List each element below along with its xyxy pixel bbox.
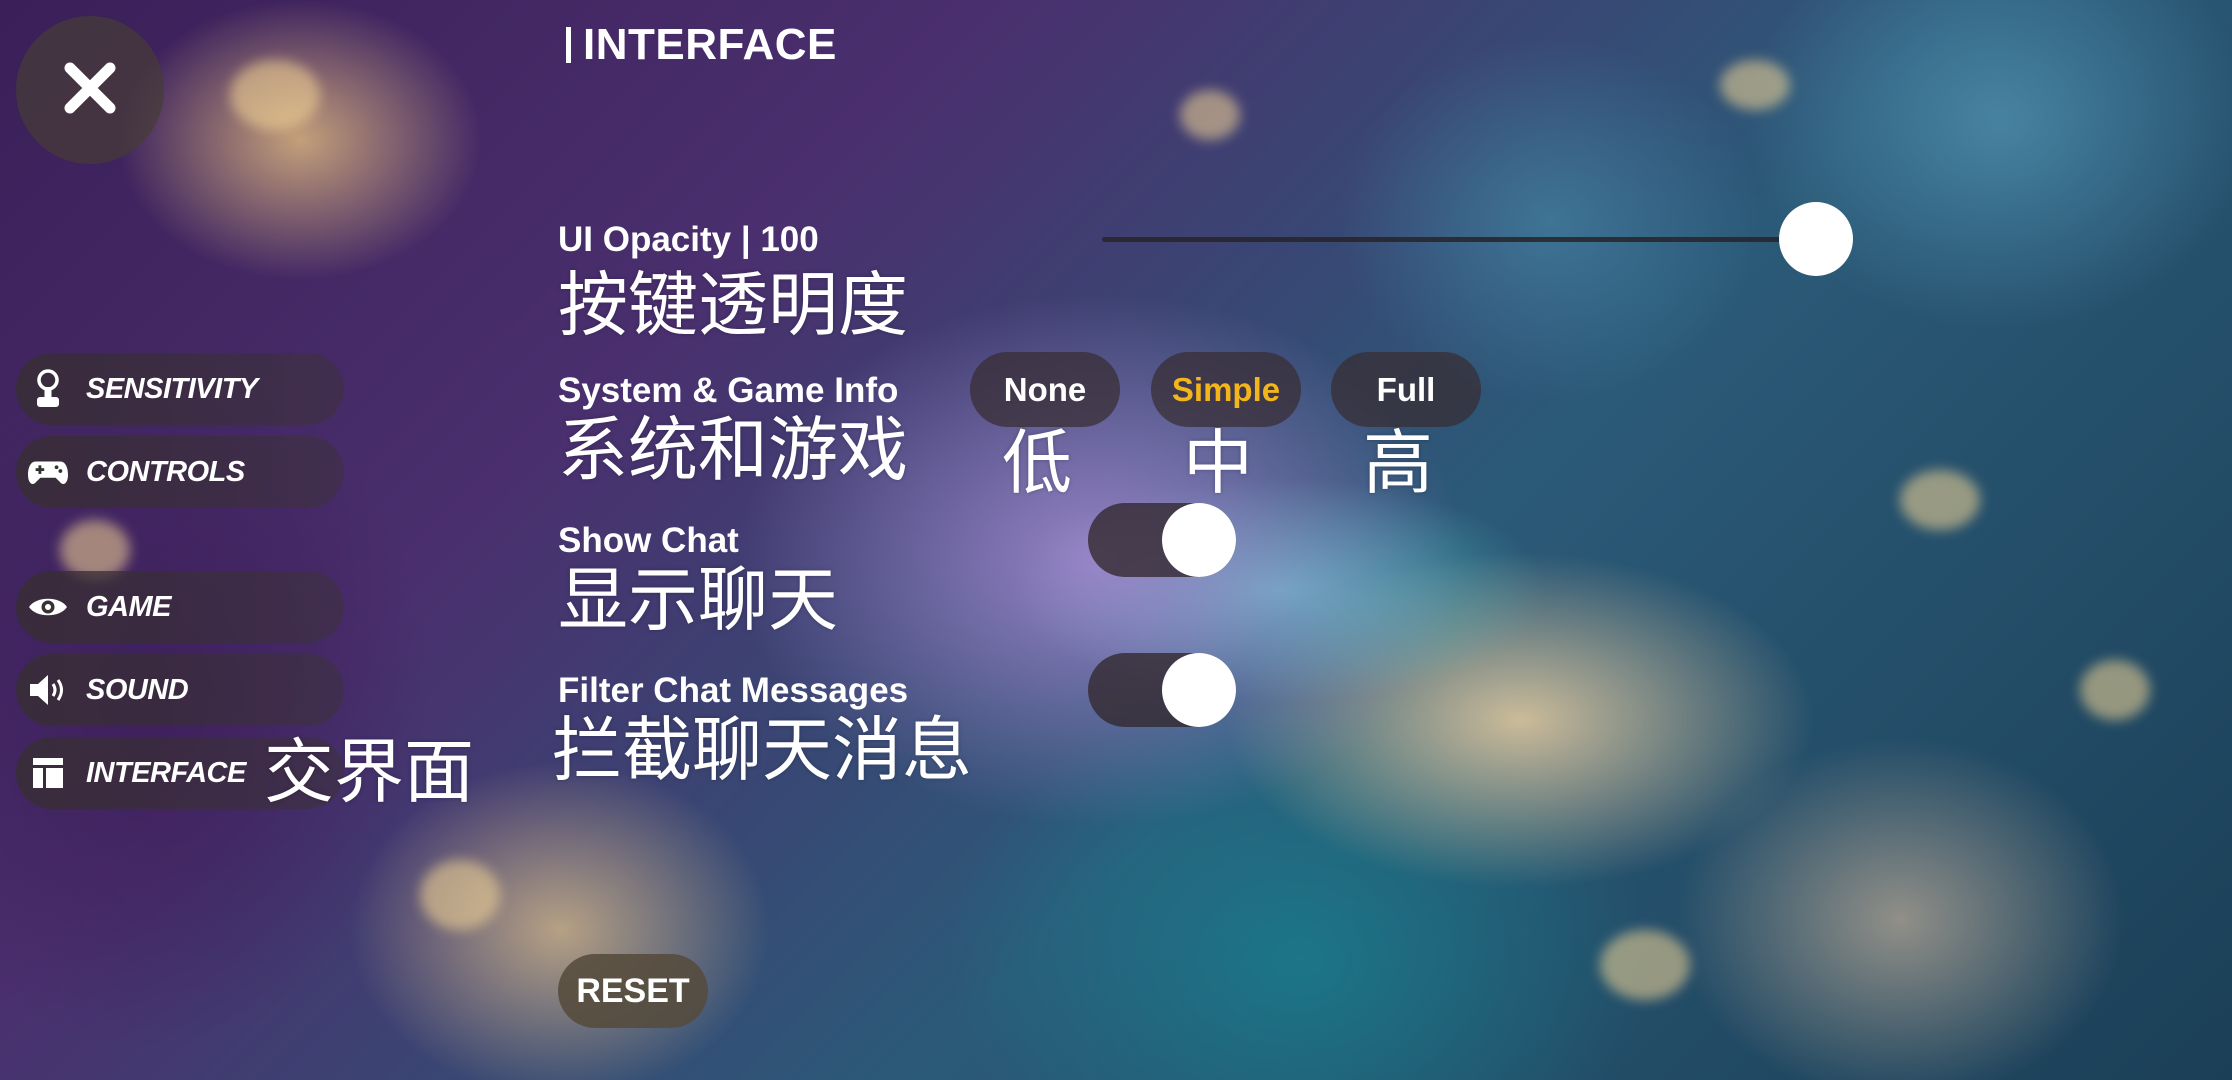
system-game-info-annotation: 系统和游戏 [558, 409, 908, 491]
system-game-info-label: System & Game Info [558, 371, 899, 410]
show-chat-toggle[interactable] [1088, 503, 1236, 577]
toggle-knob [1162, 503, 1236, 577]
eye-icon [28, 587, 68, 627]
show-chat-label: Show Chat [558, 521, 739, 560]
filter-chat-toggle[interactable] [1088, 653, 1236, 727]
sidebar-item-label: GAME [86, 590, 172, 623]
ui-opacity-slider-thumb[interactable] [1779, 202, 1853, 276]
option-simple-button[interactable]: Simple [1151, 352, 1301, 427]
sidebar-item-label: CONTROLS [86, 455, 245, 488]
sidebar-item-game[interactable]: GAME [16, 571, 344, 643]
close-button[interactable] [16, 16, 164, 164]
sidebar-item-controls[interactable]: CONTROLS [16, 436, 344, 508]
ui-opacity-slider-track[interactable] [1102, 237, 1816, 242]
option-full-button[interactable]: Full [1331, 352, 1481, 427]
filter-chat-annotation: 拦截聊天消息 [552, 709, 972, 791]
close-icon [60, 58, 120, 122]
option-full-annotation: 高 [1363, 422, 1433, 504]
background-speck [1720, 60, 1790, 110]
speaker-icon [28, 670, 68, 710]
layout-icon [28, 753, 68, 793]
filter-chat-label: Filter Chat Messages [558, 671, 909, 710]
toggle-knob [1162, 653, 1236, 727]
settings-screen: INTERFACE SENSITIVITY CONTROLS GAME SOUN… [0, 0, 2232, 1080]
sidebar-item-interface-annotation: 交界面 [264, 731, 474, 813]
show-chat-annotation: 显示聊天 [558, 559, 838, 641]
page-title: INTERFACE [566, 20, 837, 70]
option-none-annotation: 低 [1002, 422, 1072, 504]
sidebar-item-sound[interactable]: SOUND [16, 654, 344, 726]
option-simple-annotation: 中 [1183, 422, 1253, 504]
background-speck [420, 860, 500, 930]
ui-opacity-annotation: 按键透明度 [558, 264, 908, 346]
sidebar-item-sensitivity[interactable]: SENSITIVITY [16, 353, 344, 425]
joystick-icon [28, 369, 68, 409]
sidebar-item-label: SOUND [86, 673, 189, 706]
option-none-button[interactable]: None [970, 352, 1120, 427]
page-title-text: INTERFACE [583, 20, 837, 69]
sidebar-item-label: INTERFACE [86, 756, 246, 789]
ui-opacity-label: UI Opacity | 100 [558, 220, 819, 259]
gamepad-icon [28, 452, 68, 492]
title-bar-icon [566, 27, 571, 63]
reset-button[interactable]: RESET [558, 954, 708, 1028]
background-speck [2080, 660, 2150, 720]
background-speck [230, 60, 320, 130]
background-speck [1600, 930, 1690, 1000]
background-speck [1900, 470, 1980, 530]
sidebar-item-label: SENSITIVITY [86, 372, 258, 405]
background-speck [1180, 90, 1240, 140]
